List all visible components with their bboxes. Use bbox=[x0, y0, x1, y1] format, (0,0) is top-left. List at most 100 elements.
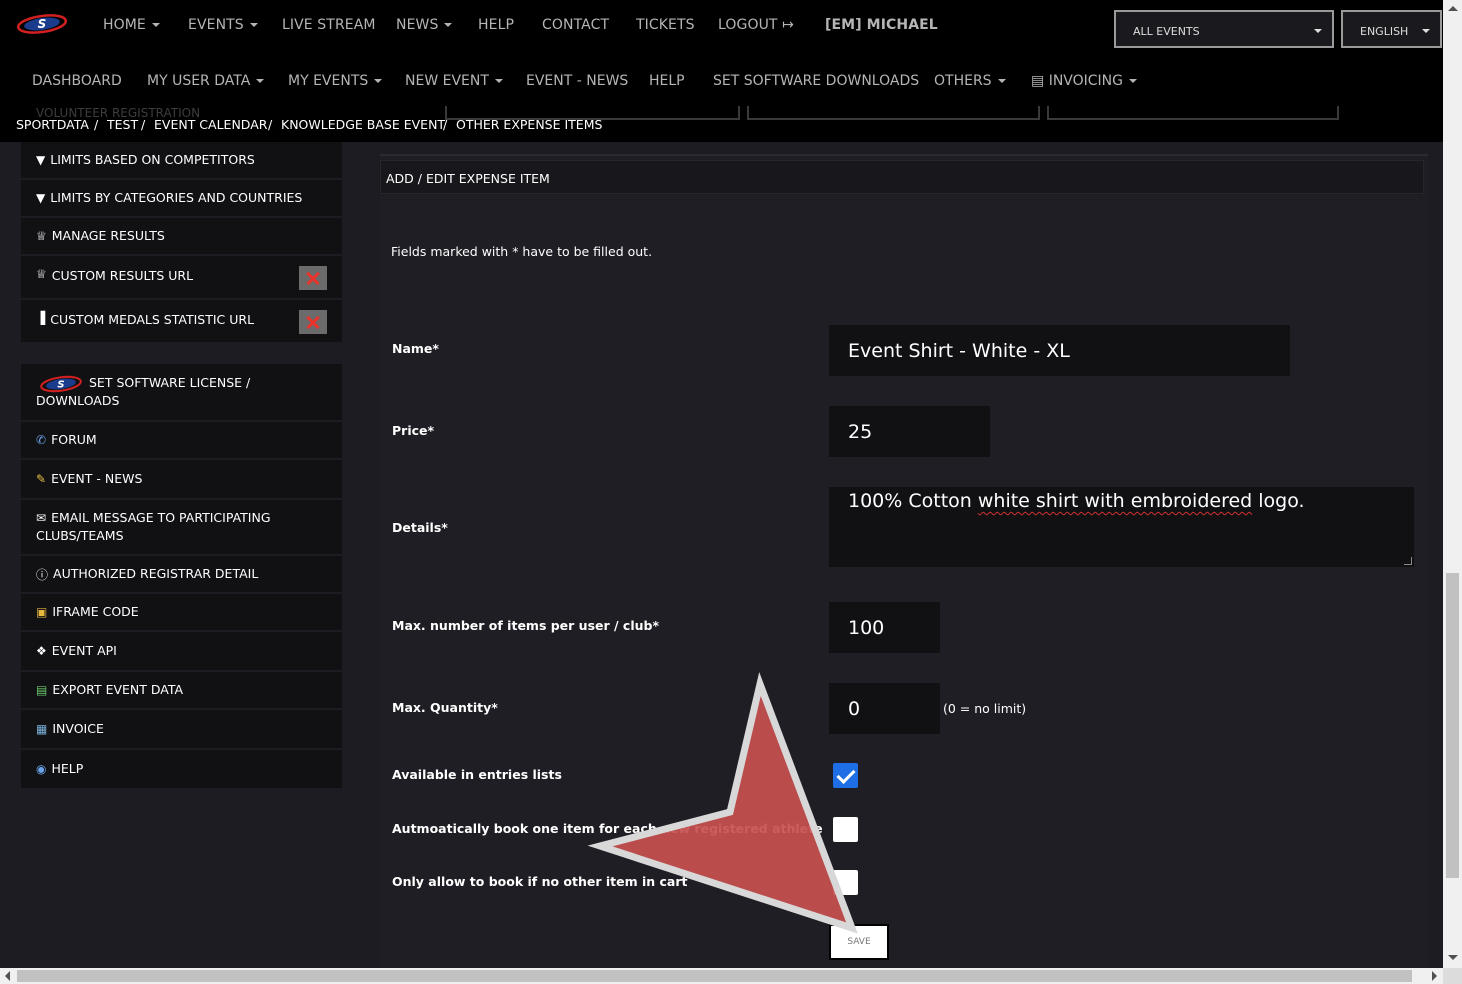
available-checkbox[interactable] bbox=[833, 763, 858, 788]
save-button[interactable]: SAVE bbox=[829, 924, 889, 960]
scroll-up-icon[interactable] bbox=[1448, 6, 1458, 11]
details-label: Details* bbox=[392, 520, 448, 535]
sidebar-item-invoice[interactable]: ▦ INVOICE bbox=[21, 710, 342, 748]
max-per-user-input[interactable]: 100 bbox=[829, 602, 940, 653]
puzzle-icon: ❖ bbox=[36, 644, 47, 658]
name-input-value: Event Shirt - White - XL bbox=[848, 339, 1070, 362]
scroll-left-icon[interactable] bbox=[5, 971, 10, 981]
breadcrumb-separator: / bbox=[141, 117, 146, 132]
secondary-navbar: DASHBOARD MY USER DATA MY EVENTS NEW EVE… bbox=[0, 52, 1443, 107]
max-quantity-input[interactable]: 0 bbox=[829, 683, 940, 734]
only-book-checkbox[interactable] bbox=[833, 870, 858, 895]
export-icon: ▤ bbox=[36, 683, 48, 697]
breadcrumb: VOLUNTEER REGISTRATION SPORTDATA / TEST … bbox=[0, 106, 1443, 142]
details-text-2: white shirt with embroidered bbox=[977, 490, 1253, 512]
subnav-my-events[interactable]: MY EVENTS bbox=[288, 73, 382, 89]
invoice-card-icon: ▤ bbox=[1031, 73, 1045, 89]
breadcrumb-sportdata[interactable]: SPORTDATA bbox=[16, 117, 89, 132]
sidebar-item-label: EVENT - NEWS bbox=[51, 471, 143, 486]
language-select[interactable]: ENGLISH bbox=[1341, 10, 1442, 48]
sidebar-item-label: FORUM bbox=[51, 432, 97, 447]
sidebar-item-custom-results-url[interactable]: ♕ CUSTOM RESULTS URL bbox=[21, 256, 342, 298]
horizontal-scroll-thumb[interactable] bbox=[17, 970, 1412, 982]
details-textarea[interactable]: 100% Cotton white shirt with embroidered… bbox=[829, 487, 1414, 567]
vertical-scrollbar[interactable] bbox=[1443, 0, 1462, 968]
code-icon: ▣ bbox=[36, 605, 48, 619]
vertical-scroll-thumb[interactable] bbox=[1446, 573, 1459, 878]
sidebar-item-limits-competitors[interactable]: ▼ LIMITS BASED ON COMPETITORS bbox=[21, 142, 342, 178]
name-label: Name* bbox=[392, 341, 439, 356]
sidebar-item-help[interactable]: ◉ HELP bbox=[21, 750, 342, 788]
price-input[interactable]: 25 bbox=[829, 406, 990, 457]
nav-events[interactable]: EVENTS bbox=[188, 17, 258, 33]
sportdata-logo[interactable]: S bbox=[16, 12, 68, 36]
invoice-icon: ▦ bbox=[36, 722, 48, 736]
subnav-help[interactable]: HELP bbox=[649, 73, 685, 89]
breadcrumb-knowledge-base-event[interactable]: KNOWLEDGE BASE EVENT bbox=[281, 117, 445, 132]
scroll-right-icon[interactable] bbox=[1432, 971, 1437, 981]
nav-tickets[interactable]: TICKETS bbox=[636, 17, 695, 33]
event-select-value: ALL EVENTS bbox=[1133, 25, 1200, 38]
nav-user[interactable]: [EM] MICHAEL bbox=[825, 17, 938, 33]
scroll-down-icon[interactable] bbox=[1448, 955, 1458, 960]
subnav-set-software-downloads[interactable]: SET SOFTWARE DOWNLOADS bbox=[713, 73, 919, 89]
filter-icon: ▼ bbox=[36, 191, 46, 205]
autobook-label: Autmoatically book one item for each new… bbox=[392, 821, 823, 836]
sidebar-item-event-api[interactable]: ❖ EVENT API bbox=[21, 632, 342, 670]
nav-live-stream[interactable]: LIVE STREAM bbox=[282, 17, 376, 33]
chevron-down-icon bbox=[1314, 29, 1322, 33]
breadcrumb-test[interactable]: TEST bbox=[107, 117, 138, 132]
name-input[interactable]: Event Shirt - White - XL bbox=[829, 325, 1290, 376]
sidebar-item-export-event-data[interactable]: ▤ EXPORT EVENT DATA bbox=[21, 672, 342, 708]
sidebar-item-email-message[interactable]: ✉ EMAIL MESSAGE TO PARTICIPATING CLUBS/TE… bbox=[21, 500, 342, 554]
sidebar-item-label: HELP bbox=[51, 761, 84, 776]
ghost-box bbox=[747, 106, 1040, 120]
breadcrumb-other-expense-items: OTHER EXPENSE ITEMS bbox=[456, 117, 603, 132]
subnav-dashboard[interactable]: DASHBOARD bbox=[32, 73, 122, 89]
sidebar-item-label: INVOICE bbox=[52, 721, 104, 736]
sidebar-item-label: IFRAME CODE bbox=[52, 604, 139, 619]
max-per-user-label: Max. number of items per user / club* bbox=[392, 618, 660, 633]
horizontal-scrollbar[interactable] bbox=[0, 968, 1443, 984]
nav-contact[interactable]: CONTACT bbox=[542, 17, 609, 33]
available-label: Available in entries lists bbox=[392, 767, 562, 782]
resize-handle-icon[interactable] bbox=[1404, 557, 1412, 565]
scrollbar-corner bbox=[1443, 968, 1462, 984]
price-label: Price* bbox=[392, 423, 435, 438]
delete-custom-results-url-button[interactable] bbox=[299, 266, 327, 290]
subnav-new-event[interactable]: NEW EVENT bbox=[405, 73, 503, 89]
breadcrumb-separator: / bbox=[443, 117, 448, 132]
nav-home[interactable]: HOME bbox=[103, 17, 160, 33]
event-select[interactable]: ALL EVENTS bbox=[1114, 10, 1334, 48]
language-select-value: ENGLISH bbox=[1360, 25, 1409, 38]
sidebar-item-event-news[interactable]: ✎ EVENT - NEWS bbox=[21, 460, 342, 498]
sidebar-item-iframe-code[interactable]: ▣ IFRAME CODE bbox=[21, 594, 342, 630]
chevron-down-icon bbox=[1422, 29, 1430, 33]
subnav-invoicing-label: INVOICING bbox=[1048, 73, 1123, 89]
subnav-invoicing[interactable]: ▤ INVOICING bbox=[1031, 73, 1137, 89]
price-input-value: 25 bbox=[848, 420, 873, 443]
sidebar-item-software-license[interactable]: S SET SOFTWARE LICENSE / DOWNLOADS bbox=[21, 364, 342, 420]
sidebar-item-authorized-registrar[interactable]: ⓘ AUTHORIZED REGISTRAR DETAIL bbox=[21, 556, 342, 592]
details-text-3: logo. bbox=[1252, 490, 1305, 512]
subnav-my-user-data[interactable]: MY USER DATA bbox=[147, 73, 264, 89]
sidebar-item-label-wrap: ✉ EMAIL MESSAGE TO PARTICIPATING CLUBS/TE… bbox=[36, 509, 296, 545]
autobook-checkbox[interactable] bbox=[833, 817, 858, 842]
nav-help[interactable]: HELP bbox=[478, 17, 514, 33]
sidebar-item-limits-categories[interactable]: ▼ LIMITS BY CATEGORIES AND COUNTRIES bbox=[21, 180, 342, 216]
breadcrumb-event-calendar[interactable]: EVENT CALENDAR bbox=[154, 117, 267, 132]
max-quantity-note: (0 = no limit) bbox=[943, 701, 1027, 716]
sidebar-item-manage-results[interactable]: ♕ MANAGE RESULTS bbox=[21, 218, 342, 254]
sidebar-item-label: EMAIL MESSAGE TO PARTICIPATING CLUBS/TEA… bbox=[36, 510, 271, 543]
sidebar-item-label: EVENT API bbox=[51, 643, 117, 658]
sidebar-item-forum[interactable]: ✆ FORUM bbox=[21, 422, 342, 458]
nav-logout[interactable]: LOGOUT ↦ bbox=[718, 17, 794, 33]
subnav-others[interactable]: OTHERS bbox=[934, 73, 1006, 89]
max-quantity-value: 0 bbox=[848, 697, 861, 720]
forum-icon: ✆ bbox=[36, 433, 47, 447]
sidebar-item-custom-medals-url[interactable]: ▐ CUSTOM MEDALS STATISTIC URL bbox=[21, 300, 342, 342]
delete-custom-medals-url-button[interactable] bbox=[299, 310, 327, 334]
subnav-event-news[interactable]: EVENT - NEWS bbox=[526, 73, 628, 89]
required-hint: Fields marked with * have to be filled o… bbox=[391, 244, 653, 259]
nav-news[interactable]: NEWS bbox=[396, 17, 452, 33]
